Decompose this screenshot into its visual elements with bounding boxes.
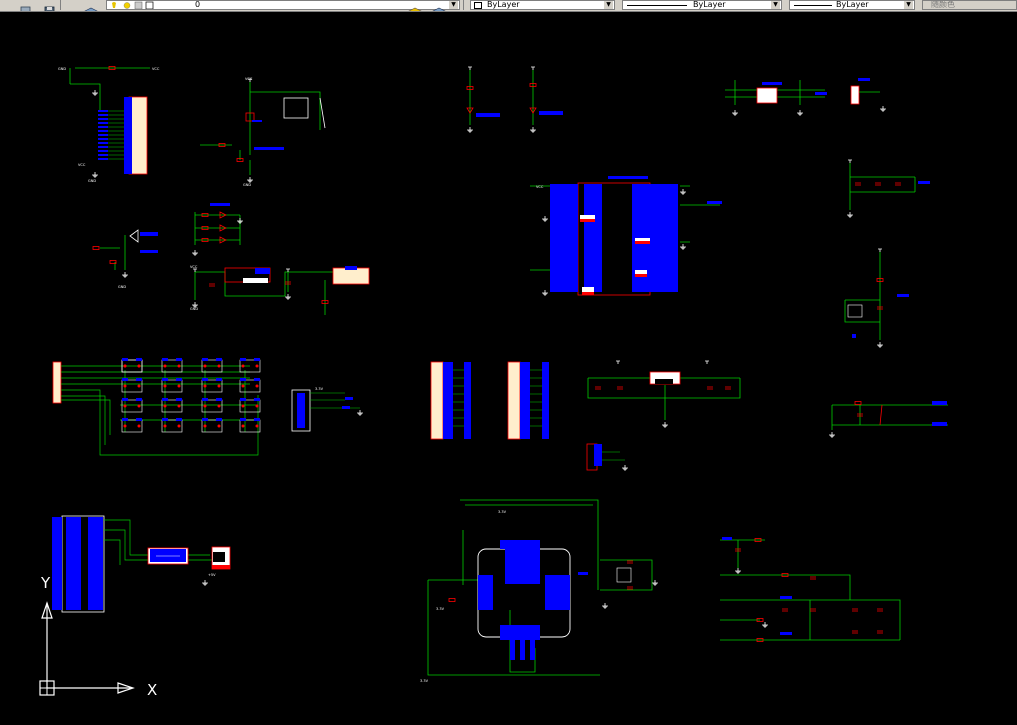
gnd-label: GND [88,179,96,183]
gnd-label: GND [190,307,198,311]
layer-dropdown[interactable]: 0 ▼ [106,0,460,10]
plotstyle-dropdown[interactable]: 随颜色 [922,0,1017,10]
led-block [191,203,244,256]
linear-regulator-block [586,360,741,471]
ucs-y-label: Y [40,574,51,592]
reset-circuit-block [844,248,909,348]
plotstyle-value: 随颜色 [931,0,955,9]
linetype-preview [627,5,687,6]
color-value: ByLayer [487,0,520,9]
layer-states-icon[interactable] [20,0,31,11]
lineweight-dropdown[interactable]: ByLayer ▼ [789,0,915,10]
gnd-label: GND [118,285,126,289]
linetype-dropdown[interactable]: ByLayer ▼ [622,0,782,10]
gnd-label: GND [243,183,251,187]
relay-driver-block: VCC GND [200,77,326,187]
vcc-label: VCC [152,67,160,71]
gnd-label: GND [58,67,66,71]
oscillator-block [725,78,887,116]
layer-state-icons [112,1,154,9]
sensor-connector-block: 3.3V [291,387,364,432]
lineweight-value: ByLayer [836,0,869,9]
lcd-connectors-block [430,361,549,440]
qfp-mcu-block: 3.3V 3.3V 3.3V [420,499,659,683]
chevron-down-icon[interactable]: ▼ [449,1,458,9]
rc-network-block [720,537,901,642]
buzzer-block: GND [92,229,158,289]
layer-value: 0 [195,0,201,9]
v33-label: 3.3V [420,679,429,683]
chevron-down-icon[interactable]: ▼ [904,1,913,9]
v33-label: 3.3V [498,510,507,514]
ir-receiver-block [828,401,948,438]
decoupling-caps-block [846,159,930,218]
save-icon[interactable] [44,0,55,11]
v5-label: +5V [208,573,216,577]
linetype-value: ByLayer [693,0,726,9]
mcu-chip-block: VCC [530,176,722,296]
vcc-label: VCC [536,185,544,189]
make-current-layer-icon[interactable] [408,0,422,11]
dip-switch-block: +5V [52,515,231,613]
color-swatch [474,2,482,9]
chevron-down-icon[interactable]: ▼ [604,1,613,9]
v33-label: 3.3V [315,387,324,391]
layer-previous-icon[interactable] [432,0,446,11]
ucs-x-label: X [147,681,157,699]
v33-label: 3.3V [436,607,445,611]
keypad-matrix-block [52,357,261,456]
vcc-label: VCC [190,265,198,269]
layer-manager-icon[interactable] [84,0,98,11]
drawing-canvas[interactable]: GND VCC VCC GND VCC GND GND VCC GND VCC … [0,11,1017,725]
power-regulator-block: VCC GND [190,265,370,315]
vcc-label: VCC [78,163,86,167]
header-connector-block: GND VCC VCC GND [58,66,160,183]
color-dropdown[interactable]: ByLayer ▼ [470,0,615,10]
vcc-label: VCC [245,77,253,81]
lineweight-preview [794,5,832,6]
chevron-down-icon[interactable]: ▼ [771,1,780,9]
indicator-led-pair [466,66,563,133]
